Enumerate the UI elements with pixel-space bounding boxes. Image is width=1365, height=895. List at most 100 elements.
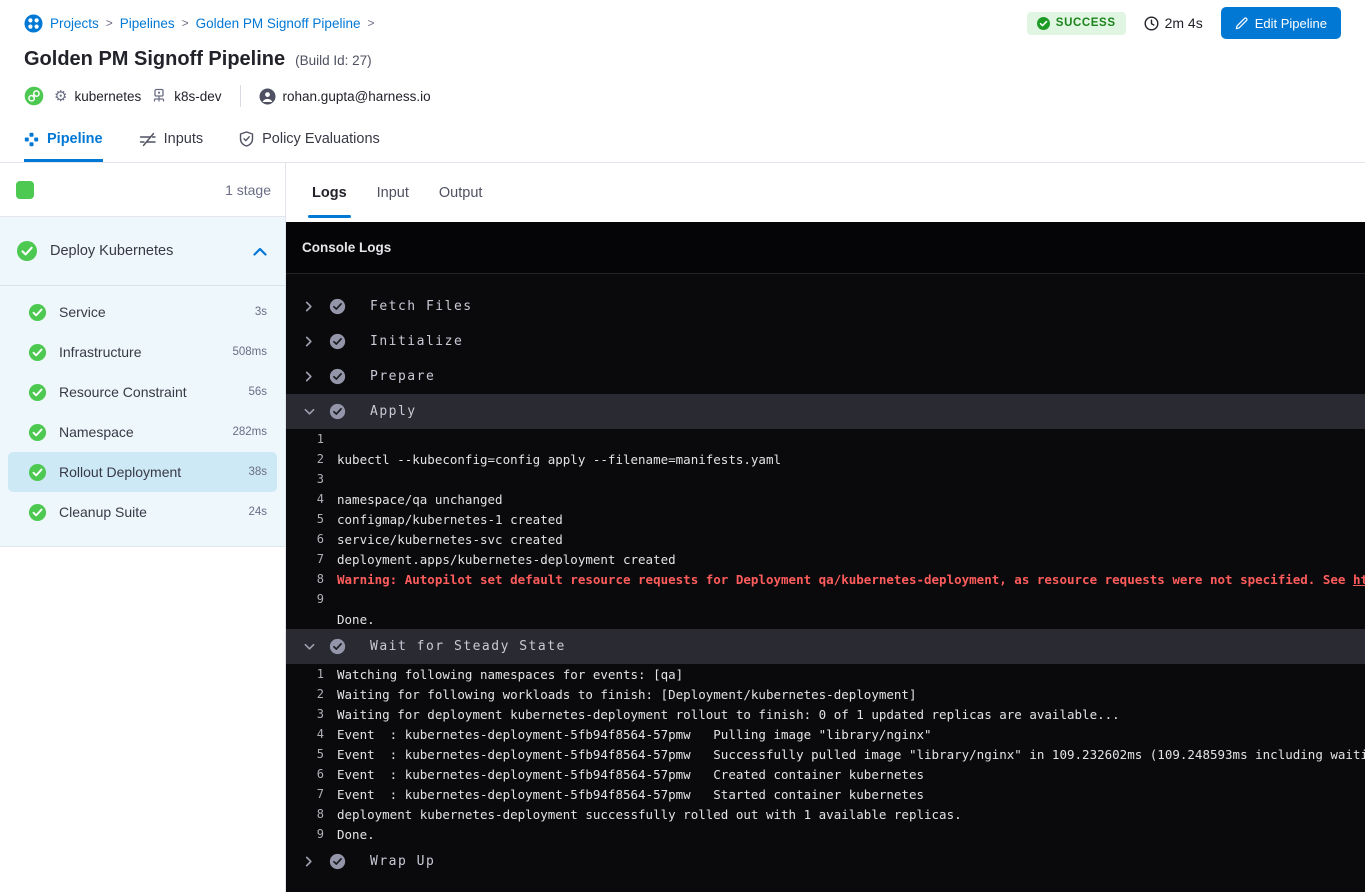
log-section-apply: Apply 1 2kubectl --kubeconfig=config apply… (286, 394, 1365, 629)
build-id: (Build Id: 27) (295, 53, 372, 68)
pipeline-icon (24, 132, 39, 147)
log-section-header[interactable]: Apply (286, 394, 1365, 429)
log-line: 3Waiting for deployment kubernetes-deplo… (286, 704, 1365, 724)
tab-pipeline[interactable]: Pipeline (24, 117, 103, 162)
log-line: 7 Event : kubernetes-deployment-5fb94f856… (286, 784, 1365, 804)
line-text: Event : kubernetes-deployment-5fb94f8564… (337, 787, 924, 802)
log-line: 4 Event : kubernetes-deployment-5fb94f856… (286, 724, 1365, 744)
step-duration: 3s (255, 306, 267, 318)
infrastructure-label: k8s-dev (174, 89, 221, 104)
log-link[interactable]: http://g (1353, 572, 1365, 587)
check-circle-icon (28, 503, 47, 522)
log-section-initialize: Initialize (286, 324, 1365, 359)
line-number: 8 (286, 572, 324, 586)
inputs-icon (139, 132, 156, 147)
log-line: 2kubectl --kubeconfig=config apply --fil… (286, 449, 1365, 469)
log-line: 5 configmap/kubernetes-1 created (286, 509, 1365, 529)
detail-tab-output[interactable]: Output (439, 163, 483, 222)
step-resource-constraint[interactable]: Resource Constraint 56s (8, 372, 277, 412)
cd-module-icon (24, 86, 44, 106)
chevron-down-icon[interactable] (296, 408, 322, 416)
log-line: 9 (286, 589, 1365, 609)
log-line: 2Waiting for following workloads to fini… (286, 684, 1365, 704)
line-text: Event : kubernetes-deployment-5fb94f8564… (337, 767, 924, 782)
step-cleanup-suite[interactable]: Cleanup Suite24s (8, 492, 277, 532)
step-duration: 56s (248, 386, 267, 398)
status-label: SUCCESS (1056, 17, 1116, 29)
chevron-up-icon[interactable] (253, 247, 267, 256)
step-infrastructure[interactable]: Infrastructure 508ms (8, 332, 277, 372)
chevron-right-icon[interactable] (296, 301, 322, 312)
tab-inputs[interactable]: Inputs (139, 117, 204, 162)
log-line: 6 Event : kubernetes-deployment-5fb94f856… (286, 764, 1365, 784)
log-line: 1Watching following namespaces for event… (286, 664, 1365, 684)
line-number: 9 (286, 827, 324, 841)
chevron-right-icon[interactable] (296, 336, 322, 347)
breadcrumb-projects[interactable]: Projects (50, 16, 99, 31)
step-name: Namespace (59, 424, 220, 440)
log-line: 6service/kubernetes-svc created (286, 529, 1365, 549)
tab-policy-evaluations[interactable]: Policy Evaluations (239, 117, 380, 162)
step-duration: 508ms (232, 346, 267, 358)
log-section-header[interactable]: Wrap Up (286, 844, 1365, 879)
divider (240, 85, 241, 107)
policy-shield-icon (239, 131, 254, 147)
line-text: deployment.apps/kubernetes-deployment cr… (337, 552, 676, 567)
log-section-wait-for-steady-state: Wait for Steady State1Watching following… (286, 629, 1365, 844)
step-namespace[interactable]: Namespace282ms (8, 412, 277, 452)
log-line: 7deployment.apps/kubernetes-deployment c… (286, 549, 1365, 569)
line-number: 7 (286, 787, 324, 801)
stage-status-square-icon (16, 181, 34, 199)
line-number: 1 (286, 432, 324, 446)
breadcrumb-separator: > (106, 16, 113, 30)
harness-logo-icon[interactable] (24, 14, 43, 33)
step-name: Infrastructure (59, 344, 220, 360)
line-number: 5 (286, 512, 324, 526)
log-section-header[interactable]: Prepare (286, 359, 1365, 394)
stage-header-deploy-kubernetes[interactable]: Deploy Kubernetes (0, 217, 285, 285)
line-number: 4 (286, 727, 324, 741)
step-service[interactable]: Service 3s (8, 292, 277, 332)
breadcrumb-pipeline-name[interactable]: Golden PM Signoff Pipeline (196, 16, 361, 31)
log-section-title: Initialize (370, 334, 463, 349)
log-section-header[interactable]: Fetch Files (286, 289, 1365, 324)
line-number: 6 (286, 767, 324, 781)
environment-label: kubernetes (74, 89, 141, 104)
triggered-by-user: rohan.gupta@harness.io (259, 88, 431, 105)
check-circle-icon (322, 403, 352, 420)
step-name: Rollout Deployment (59, 464, 236, 480)
check-circle-icon (322, 638, 352, 655)
step-name: Resource Constraint (59, 384, 236, 400)
edit-pipeline-button[interactable]: Edit Pipeline (1221, 7, 1341, 39)
line-text: configmap/kubernetes-1 created (337, 512, 563, 527)
chevron-right-icon[interactable] (296, 371, 322, 382)
execution-detail-panel: LogsInputOutput Console Logs Fetch Files… (286, 163, 1365, 892)
chevron-right-icon[interactable] (296, 856, 322, 867)
line-text: Watching following namespaces for events… (337, 667, 683, 682)
duration-label: 2m 4s (1165, 15, 1203, 31)
detail-tab-logs[interactable]: Logs (312, 163, 347, 222)
infrastructure-icon (151, 88, 167, 104)
log-section-title: Prepare (370, 369, 435, 384)
breadcrumb-pipelines[interactable]: Pipelines (120, 16, 175, 31)
log-section-wrap-up: Wrap Up (286, 844, 1365, 879)
log-section-header[interactable]: Initialize (286, 324, 1365, 359)
line-text: Event : kubernetes-deployment-5fb94f8564… (337, 727, 932, 742)
chevron-down-icon[interactable] (296, 643, 322, 651)
line-number: 3 (286, 472, 324, 486)
line-number: 4 (286, 492, 324, 506)
line-number: 2 (286, 687, 324, 701)
step-name: Service (59, 304, 243, 320)
step-rollout-deployment[interactable]: Rollout Deployment38s (8, 452, 277, 492)
detail-tab-input[interactable]: Input (377, 163, 409, 222)
status-badge: SUCCESS (1027, 12, 1126, 35)
log-section-header[interactable]: Wait for Steady State (286, 629, 1365, 664)
step-list: Service 3s Infrastructure 508ms Resource Con… (0, 286, 285, 540)
gear-icon: ⚙ (54, 89, 67, 104)
line-text: Done. (337, 612, 375, 627)
tab-policy-evaluations-label: Policy Evaluations (262, 131, 380, 147)
clock-icon (1144, 16, 1159, 31)
breadcrumb-separator: > (182, 16, 189, 30)
log-line: 8Warning: Autopilot set default resource… (286, 569, 1365, 589)
log-line: 5Event : kubernetes-deployment-5fb94f856… (286, 744, 1365, 764)
